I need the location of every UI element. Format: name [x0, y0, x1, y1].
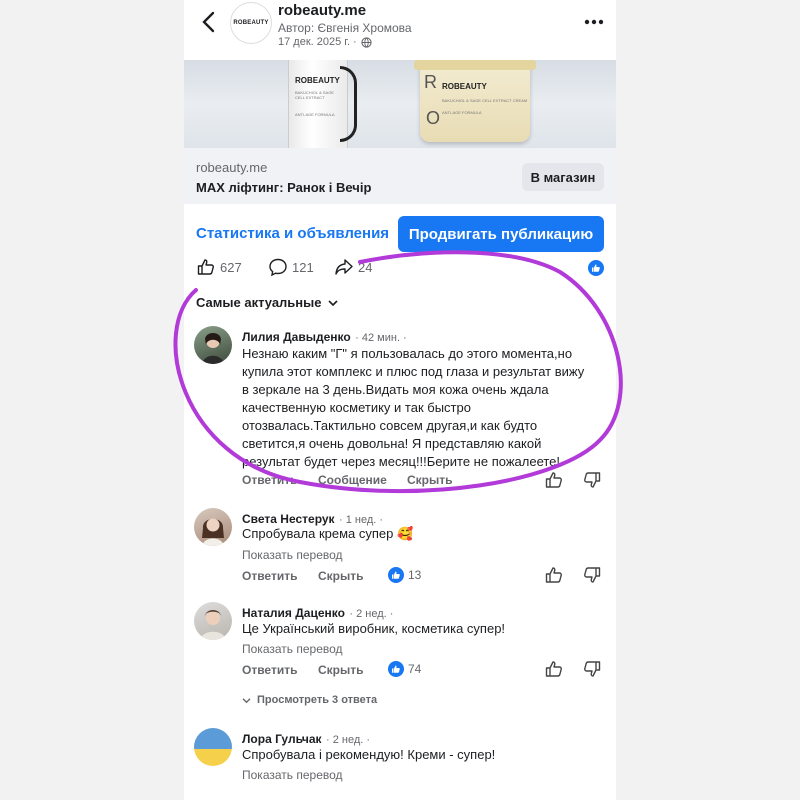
serum-tube: ROBEAUTY BAKUCHIOL & SAGE CELL EXTRACT A…	[288, 60, 357, 148]
thumbs-up-icon[interactable]	[544, 470, 564, 490]
tube-line2: ANTI-AGE FORMULA	[295, 112, 335, 117]
comment-text: Спробувала крема супер 🥰	[242, 526, 414, 541]
hide-button[interactable]: Скрыть	[407, 473, 453, 487]
commenter-avatar[interactable]	[194, 602, 232, 640]
comment-time: · 2 нед. ·	[349, 608, 394, 620]
reply-button[interactable]: Ответить	[242, 569, 297, 583]
show-translation-link[interactable]: Показать перевод	[242, 642, 343, 656]
jar-brand: ROBEAUTY	[442, 82, 487, 91]
jar-line2: ANTI-AGE FORMULA	[442, 110, 482, 115]
comment-text: Це Український виробник, косметика супер…	[242, 621, 506, 636]
comment-header: Лилия Давыденко · 42 мин. ·	[242, 328, 407, 346]
thumbs-up-badge-icon	[388, 661, 404, 677]
like-icon	[197, 259, 214, 275]
comment-line: купила этот комплекс и плюс под глаза и …	[242, 364, 585, 379]
hide-button[interactable]: Скрыть	[318, 569, 364, 583]
reply-button[interactable]: Ответить	[242, 663, 297, 677]
page-avatar-text: ROBEAUTY	[233, 20, 269, 26]
comment-line: Незнаю каким "Г" я пользовалась до этого…	[242, 346, 573, 361]
more-icon[interactable]	[582, 12, 606, 32]
comment-sort[interactable]: Самые актуальные	[196, 295, 338, 310]
page-name[interactable]: robeauty.me	[278, 2, 366, 19]
tube-line1: BAKUCHIOL & SAGE CELL EXTRACT	[295, 90, 334, 100]
comment-text: Незнаю каким "Г" я пользовалась до этого…	[242, 345, 612, 471]
shop-button[interactable]: В магазин	[522, 163, 604, 191]
comment-line: результат будет через месяц!!!Берите не …	[242, 454, 561, 469]
commenter-name[interactable]: Лилия Давыденко	[242, 330, 351, 344]
share-count: 24	[358, 259, 373, 275]
comment-like-count[interactable]: 13	[388, 567, 421, 583]
comment-line: качественную косметику и так быстро	[242, 400, 471, 415]
chevron-down-icon	[242, 697, 251, 703]
jar-letter-r: R	[424, 72, 437, 92]
commenter-name[interactable]: Света Нестерук	[242, 512, 335, 526]
stats-link[interactable]: Статистика и объявления	[196, 225, 389, 242]
comment-line: светится,я очень довольна! Я представляю…	[242, 436, 542, 451]
like-count: 627	[220, 259, 242, 275]
thumbs-up-icon[interactable]	[544, 565, 564, 585]
jar-line1: BAKUCHIOL & SAGE CELL EXTRACT CREAM	[442, 98, 528, 103]
post-date-row: 17 дек. 2025 г. ·	[278, 36, 372, 48]
show-translation-link[interactable]: Показать перевод	[242, 768, 343, 782]
page-avatar[interactable]: ROBEAUTY	[230, 2, 272, 44]
link-domain: robeauty.me	[196, 160, 268, 175]
thumbs-up-badge-icon	[588, 260, 604, 276]
view-replies-link[interactable]: Просмотреть 3 ответа	[242, 694, 377, 706]
comment-count-button[interactable]: 121	[268, 256, 314, 278]
comment-icon	[269, 258, 287, 277]
promote-button[interactable]: Продвигать публикацию	[398, 216, 604, 252]
cream-jar: R O ROBEAUTY BAKUCHIOL & SAGE CELL EXTRA…	[414, 60, 536, 142]
jar-letter-o: O	[426, 108, 441, 128]
show-translation-link[interactable]: Показать перевод	[242, 548, 343, 562]
post-screen: ROBEAUTY robeauty.me Автор: Євгенія Хром…	[184, 0, 616, 800]
reaction-badge	[588, 260, 604, 278]
reply-button[interactable]: Ответить	[242, 473, 297, 487]
product-image[interactable]: ROBEAUTY BAKUCHIOL & SAGE CELL EXTRACT A…	[184, 60, 616, 148]
commenter-name[interactable]: Лора Гульчак	[242, 732, 322, 746]
tube-brand: ROBEAUTY	[295, 76, 340, 85]
thumbs-down-icon[interactable]	[582, 470, 602, 490]
comment-line: отозвалась.Тактильно совсем другая,и как…	[242, 418, 538, 433]
thumbs-down-icon[interactable]	[582, 565, 602, 585]
comment-line: в зеркале на 3 день.Видать моя кожа очен…	[242, 382, 549, 397]
thumbs-up-icon[interactable]	[544, 659, 564, 679]
share-icon	[335, 259, 353, 275]
post-date: 17 дек. 2025 г. ·	[278, 36, 357, 48]
like-count: 13	[408, 568, 422, 582]
back-arrow-icon[interactable]	[198, 10, 220, 34]
like-count: 74	[408, 662, 422, 676]
chevron-down-icon	[327, 299, 338, 306]
comment-count: 121	[292, 259, 314, 275]
message-button[interactable]: Сообщение	[318, 473, 387, 487]
comment-like-count[interactable]: 74	[388, 661, 421, 677]
view-replies-label: Просмотреть 3 ответа	[257, 694, 378, 706]
commenter-name[interactable]: Наталия Даценко	[242, 606, 345, 620]
link-title: MAX ліфтинг: Ранок і Вечір	[196, 180, 372, 195]
globe-icon	[361, 36, 372, 48]
share-count-button[interactable]: 24	[334, 256, 372, 278]
commenter-avatar[interactable]	[194, 728, 232, 766]
commenter-avatar[interactable]	[194, 508, 232, 546]
thumbs-up-badge-icon	[388, 567, 404, 583]
comment-time: · 42 мин. ·	[355, 332, 407, 344]
comment-text: Спробувала і рекомендую! Креми - супер!	[242, 747, 496, 762]
sort-label: Самые актуальные	[196, 295, 322, 310]
hide-button[interactable]: Скрыть	[318, 663, 364, 677]
comment-time: · 2 нед. ·	[326, 734, 371, 746]
thumbs-down-icon[interactable]	[582, 659, 602, 679]
like-count-button[interactable]: 627	[196, 256, 242, 278]
commenter-avatar[interactable]	[194, 326, 232, 364]
post-author: Автор: Євгенія Хромова	[278, 21, 412, 35]
